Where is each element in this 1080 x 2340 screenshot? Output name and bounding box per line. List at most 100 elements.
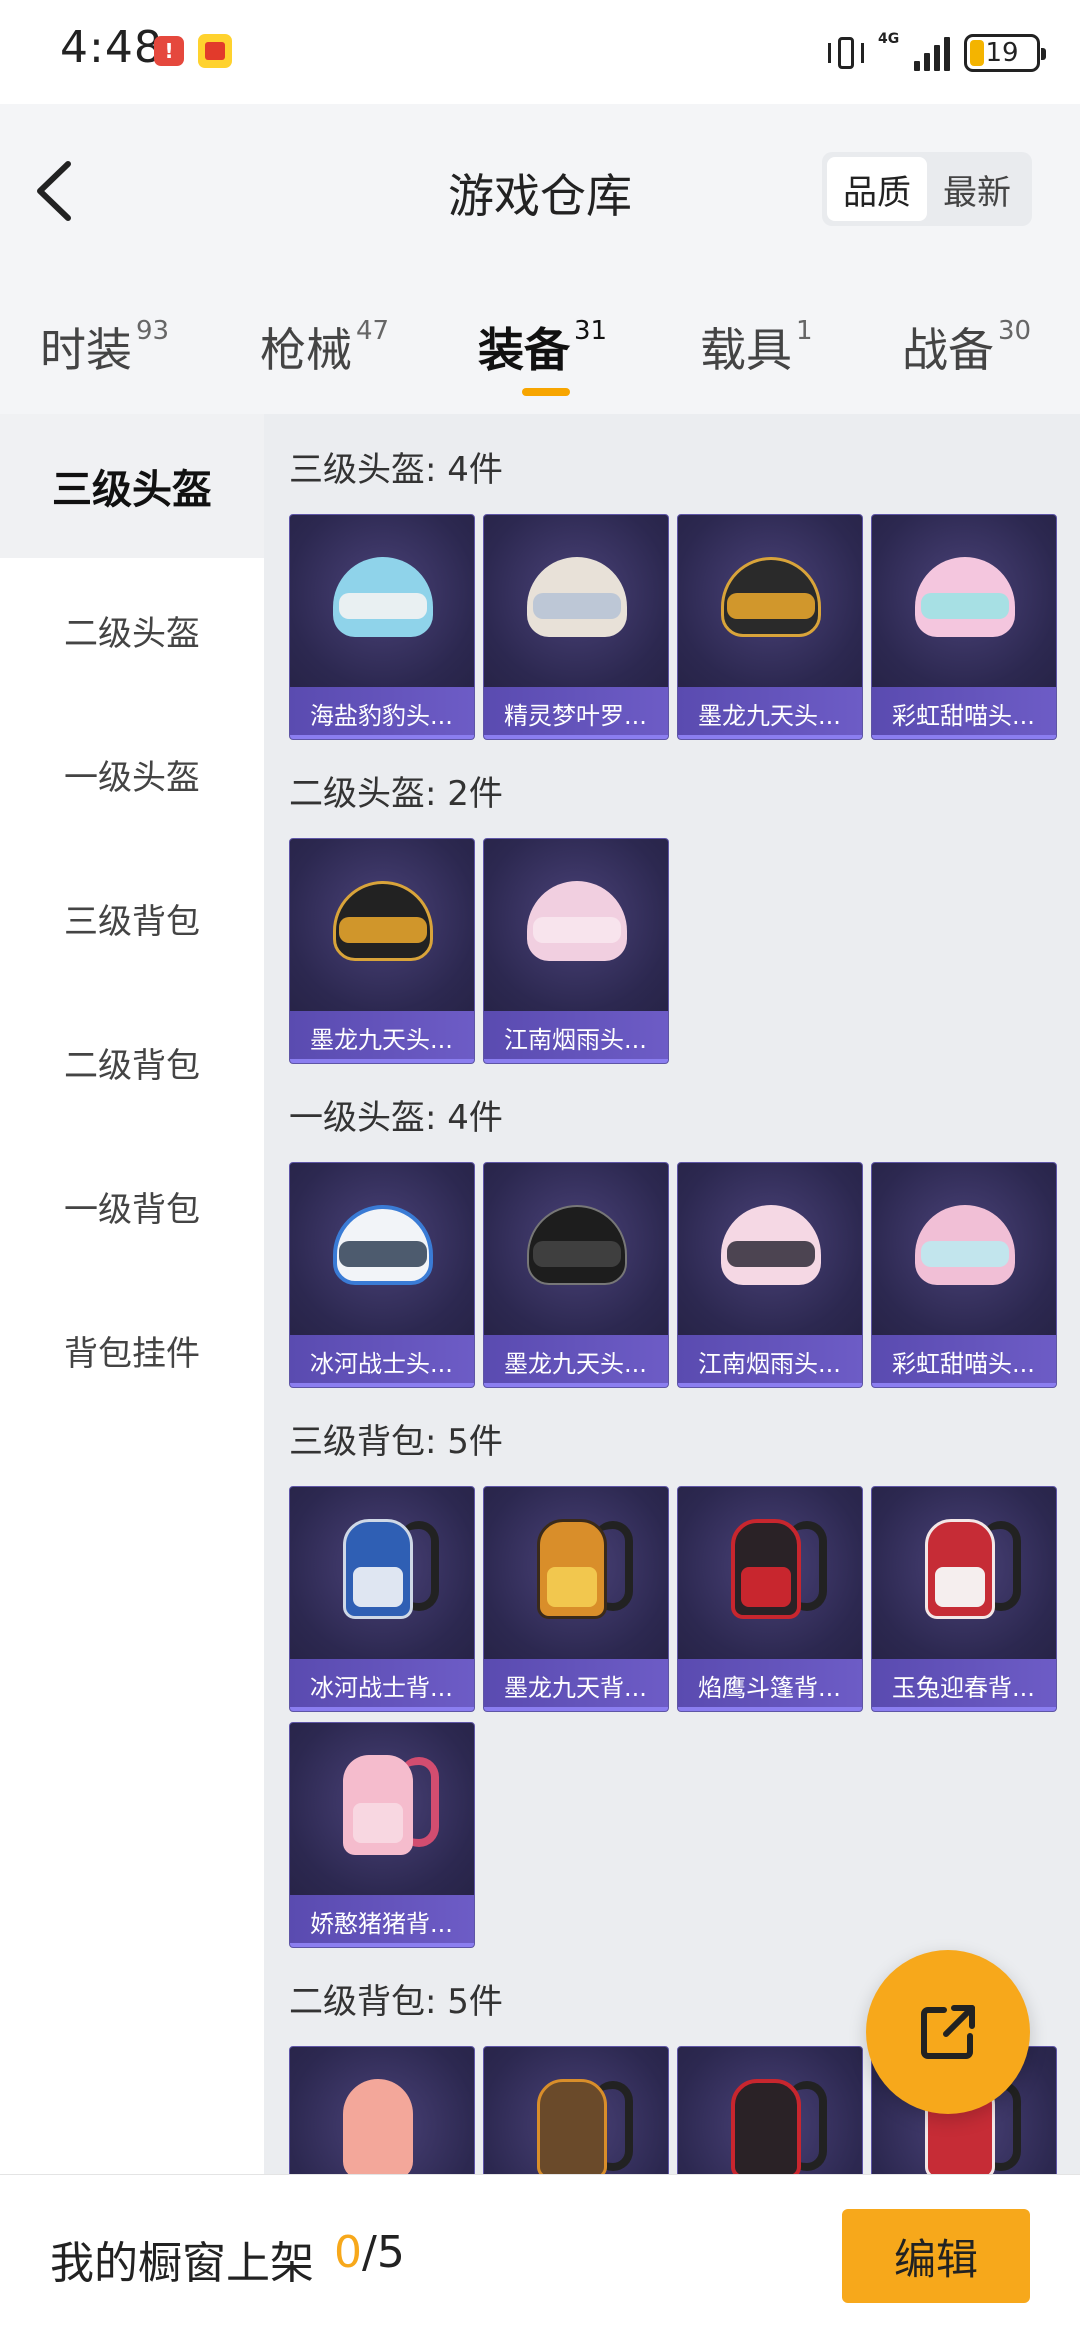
item-name: 墨龙九天头... <box>484 1335 668 1387</box>
signal-icon: 4G <box>878 31 950 71</box>
tab-label: 装备 <box>478 323 570 377</box>
sort-newest-option[interactable]: 最新 <box>927 157 1027 221</box>
section-title: 三级背包: 5件 <box>289 1422 503 1462</box>
helmet-icon <box>329 551 437 647</box>
showcase-current: 0 <box>334 2227 362 2278</box>
status-bar: 4:48 ! 4G 19 <box>0 0 1080 104</box>
helmet-icon <box>523 875 631 971</box>
item-name: 冰河战士背... <box>290 1659 474 1711</box>
item-card[interactable]: 江南烟雨头... <box>483 838 669 1064</box>
backpack-icon <box>721 1511 827 1631</box>
tab-count: 31 <box>574 316 608 346</box>
tab-count: 1 <box>796 316 813 346</box>
item-card[interactable]: 墨龙九天头... <box>483 1162 669 1388</box>
notification-app-icon: ! <box>154 36 184 66</box>
tab-weapons[interactable]: 枪械 47 <box>260 314 389 394</box>
backpack-icon <box>527 1511 633 1631</box>
item-name: 精灵梦叶罗... <box>484 687 668 739</box>
item-name: 娇憨猪猪背... <box>290 1895 474 1947</box>
item-card[interactable]: 海盐豹豹头... <box>289 514 475 740</box>
backpack-icon <box>915 1511 1021 1631</box>
sidebar-item-level1-helmet[interactable]: 一级头盔 <box>0 702 264 846</box>
tab-count: 30 <box>998 316 1032 346</box>
showcase-total: /5 <box>362 2227 405 2278</box>
category-tabs: 时装 93 枪械 47 装备 31 载具 1 战备 30 <box>0 300 1080 400</box>
helmet-icon <box>911 1199 1019 1295</box>
active-tab-indicator <box>522 388 570 396</box>
item-card[interactable]: 彩虹甜喵头... <box>871 514 1057 740</box>
helmet-icon <box>523 1199 631 1295</box>
item-card[interactable]: 娇憨猪猪背... <box>289 1722 475 1948</box>
item-name: 江南烟雨头... <box>484 1011 668 1063</box>
sidebar-item-level3-backpack[interactable]: 三级背包 <box>0 846 264 990</box>
tab-tactical[interactable]: 战备 30 <box>902 314 1031 394</box>
item-name: 海盐豹豹头... <box>290 687 474 739</box>
item-name: 墨龙九天头... <box>290 1011 474 1063</box>
sidebar-item-level3-helmet[interactable]: 三级头盔 <box>0 414 264 558</box>
helmet-icon <box>717 551 825 647</box>
tab-count: 47 <box>356 316 390 346</box>
item-name: 江南烟雨头... <box>678 1335 862 1387</box>
item-name: 墨龙九天背... <box>484 1659 668 1711</box>
item-card[interactable]: 冰河战士背... <box>289 1486 475 1712</box>
item-list: 三级头盔: 4件 海盐豹豹头... 精灵梦叶罗... 墨龙九天头... 彩虹甜喵… <box>264 414 1080 2174</box>
tab-label: 枪械 <box>260 323 352 377</box>
vibrate-icon <box>826 35 866 71</box>
content-area: 三级头盔 二级头盔 一级头盔 三级背包 二级背包 一级背包 背包挂件 三级头盔:… <box>0 414 1080 2174</box>
item-card[interactable] <box>289 2046 475 2174</box>
status-indicators: 4G 19 <box>826 28 1046 78</box>
item-card[interactable]: 墨龙九天头... <box>289 838 475 1064</box>
item-card[interactable] <box>677 2046 863 2174</box>
section-title: 二级背包: 5件 <box>289 1982 503 2022</box>
helmet-icon <box>523 551 631 647</box>
tab-count: 93 <box>136 316 170 346</box>
section-title: 一级头盔: 4件 <box>289 1098 503 1138</box>
edit-button[interactable]: 编辑 <box>842 2209 1030 2303</box>
item-card[interactable]: 冰河战士头... <box>289 1162 475 1388</box>
sidebar-item-backpack-charm[interactable]: 背包挂件 <box>0 1278 264 1422</box>
item-card[interactable]: 彩虹甜喵头... <box>871 1162 1057 1388</box>
tab-label: 时装 <box>40 323 132 377</box>
share-external-icon <box>921 2005 975 2059</box>
sidebar: 三级头盔 二级头盔 一级头盔 三级背包 二级背包 一级背包 背包挂件 <box>0 414 264 2174</box>
item-card[interactable]: 墨龙九天背... <box>483 1486 669 1712</box>
sort-toggle: 品质 最新 <box>822 152 1032 226</box>
battery-icon: 19 <box>964 34 1046 72</box>
section-title: 三级头盔: 4件 <box>289 450 503 490</box>
tab-vehicles[interactable]: 载具 1 <box>700 314 813 394</box>
tab-label: 战备 <box>902 323 994 377</box>
backpack-icon <box>527 2071 633 2174</box>
helmet-icon <box>911 551 1019 647</box>
item-card[interactable]: 玉兔迎春背... <box>871 1486 1057 1712</box>
backpack-icon <box>333 2071 433 2174</box>
sidebar-item-level2-helmet[interactable]: 二级头盔 <box>0 558 264 702</box>
tab-label: 载具 <box>700 323 792 377</box>
sort-quality-option[interactable]: 品质 <box>827 157 927 221</box>
tab-fashion[interactable]: 时装 93 <box>40 314 169 394</box>
item-name: 玉兔迎春背... <box>872 1659 1056 1711</box>
header: 游戏仓库 品质 最新 时装 93 枪械 47 装备 31 载具 1 战备 30 <box>0 104 1080 414</box>
item-name: 彩虹甜喵头... <box>872 687 1056 739</box>
sidebar-item-level1-backpack[interactable]: 一级背包 <box>0 1134 264 1278</box>
item-card[interactable]: 精灵梦叶罗... <box>483 514 669 740</box>
battery-level: 19 <box>985 38 1019 68</box>
notification-game-icon <box>198 34 232 68</box>
network-type: 4G <box>878 31 900 47</box>
item-card[interactable]: 墨龙九天头... <box>677 514 863 740</box>
backpack-icon <box>333 1747 439 1867</box>
helmet-icon <box>717 1199 825 1295</box>
tab-equipment[interactable]: 装备 31 <box>478 314 607 394</box>
helmet-icon <box>329 1199 437 1295</box>
item-card[interactable]: 江南烟雨头... <box>677 1162 863 1388</box>
item-card[interactable] <box>483 2046 669 2174</box>
item-card[interactable]: 焰鹰斗篷背... <box>677 1486 863 1712</box>
showcase-label: 我的橱窗上架 <box>50 2238 314 2289</box>
section-title: 二级头盔: 2件 <box>289 774 503 814</box>
share-button[interactable] <box>866 1950 1030 2114</box>
backpack-icon <box>333 1511 439 1631</box>
item-name: 彩虹甜喵头... <box>872 1335 1056 1387</box>
item-name: 墨龙九天头... <box>678 687 862 739</box>
backpack-icon <box>721 2071 827 2174</box>
showcase-status: 我的橱窗上架 0 /5 <box>50 2227 405 2291</box>
sidebar-item-level2-backpack[interactable]: 二级背包 <box>0 990 264 1134</box>
